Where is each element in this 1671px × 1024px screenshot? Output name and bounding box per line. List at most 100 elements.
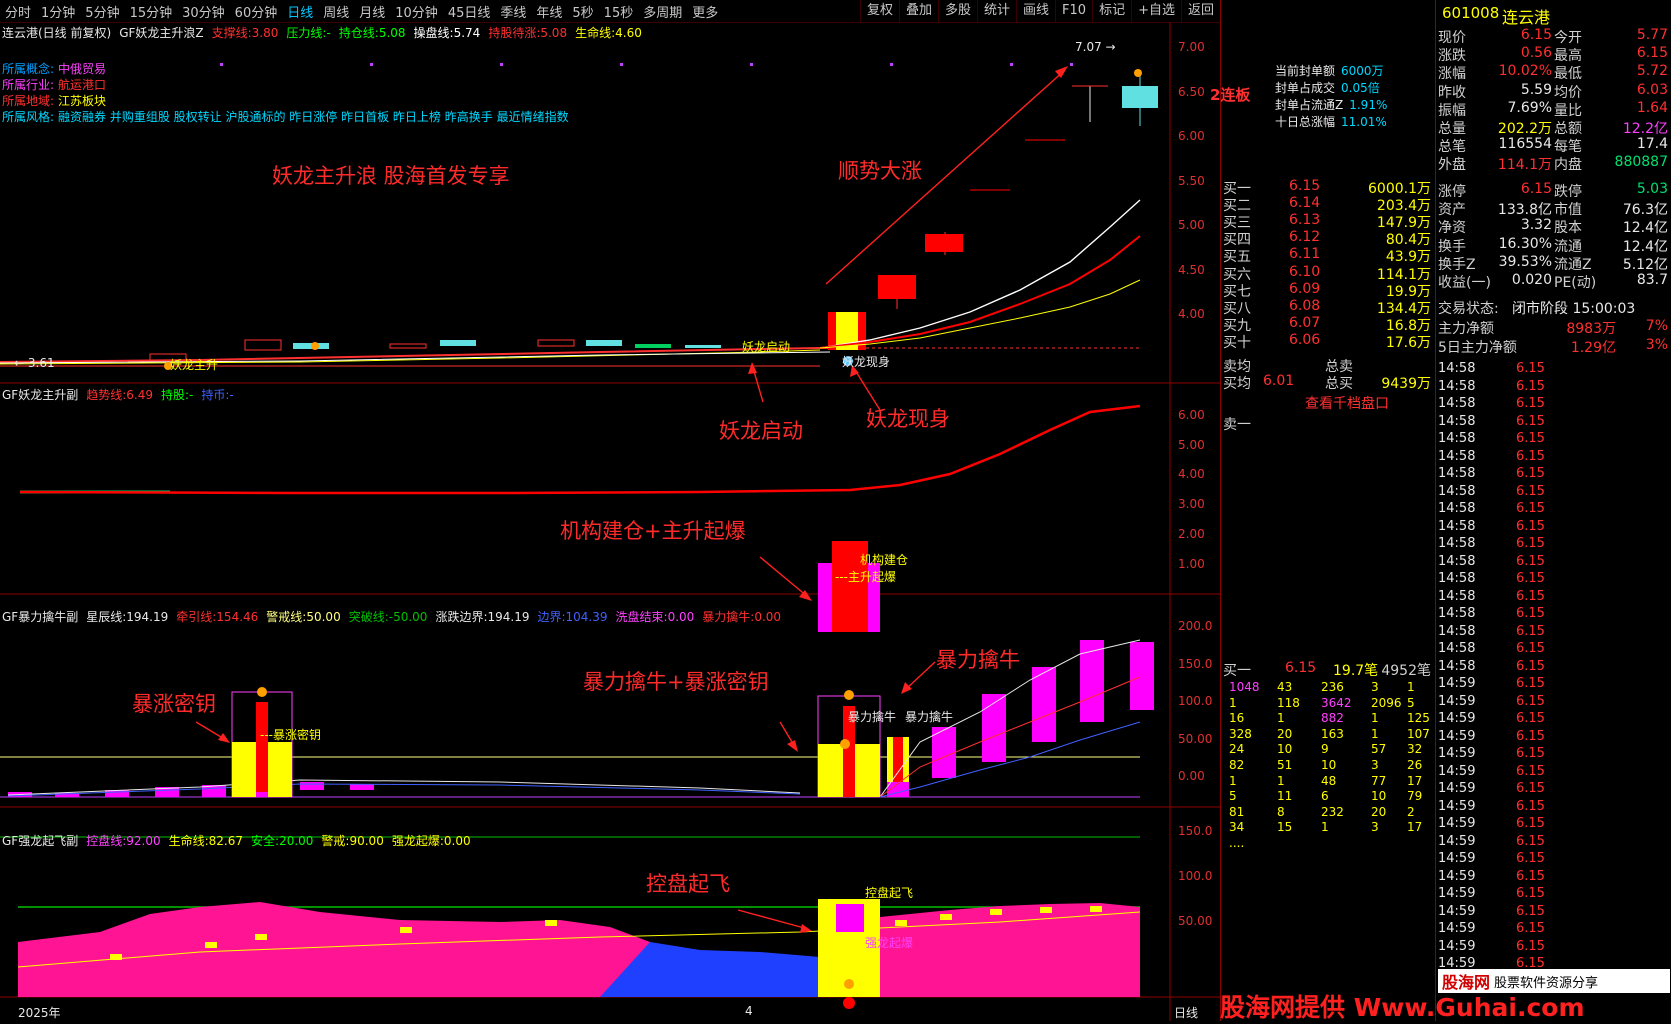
annotation-trend-up: 顺势大涨 (838, 159, 922, 183)
tick-time: 14:59 (1438, 886, 1476, 901)
tool-button-1[interactable]: 叠加 (898, 0, 938, 22)
quote-row: 资产 133.8亿 市值 76.3亿 (1436, 199, 1671, 218)
bid-row[interactable]: 买一 6.15 6000.1万 (1221, 178, 1435, 197)
info-label: 所属地域: (2, 94, 55, 108)
tool-button-7[interactable]: +自选 (1131, 0, 1181, 22)
tool-button-3[interactable]: 统计 (977, 0, 1016, 22)
pane1-param-value: 4.60 (615, 26, 642, 40)
period-tab-5[interactable]: 60分钟 (230, 2, 283, 21)
tick-price: 6.15 (1516, 728, 1545, 744)
queue-cell: 17 (1407, 773, 1423, 788)
tick-row: 14:58 6.15 (1436, 484, 1671, 502)
dragon-pane-graphics (17, 899, 1141, 1009)
queue-cell: 1 (1371, 726, 1379, 741)
annotation-take-off: 控盘起飞 (646, 872, 730, 896)
watermark: 股海网提供 Www.Guhai.com 股海网 股票软件资源分享 (1220, 969, 1671, 1022)
bid-row[interactable]: 买九 6.07 16.8万 (1221, 315, 1435, 334)
pane1-y-tick: 5.50 (1178, 173, 1205, 188)
tool-button-5[interactable]: F10 (1055, 0, 1092, 22)
quote-value: 0.020 (1511, 272, 1552, 288)
info-value: 融资融券 并购重组股 股权转让 沪股通标的 昨日涨停 昨日首板 昨日上榜 昨高换… (58, 110, 569, 124)
period-tab-7[interactable]: 周线 (318, 2, 354, 21)
bid-total-label: 总买 (1325, 376, 1353, 392)
tick-time: 14:59 (1438, 763, 1476, 779)
tick-price: 6.15 (1516, 413, 1545, 429)
quote-value: 880887 (1614, 154, 1668, 171)
period-tab-15[interactable]: 多周期 (638, 2, 687, 21)
pane1-param-label: 压力线: (286, 26, 327, 40)
tool-button-6[interactable]: 标记 (1092, 0, 1131, 22)
tick-price: 6.15 (1516, 553, 1545, 569)
tick-row: 14:58 6.15 (1436, 606, 1671, 624)
bid-row[interactable]: 买六 6.10 114.1万 (1221, 264, 1435, 283)
tick-time: 14:58 (1438, 396, 1476, 411)
quote-value: 12.2亿 (1622, 121, 1668, 137)
pane3-param-label: 涨跌边界: (435, 610, 488, 624)
bid-row[interactable]: 买三 6.13 147.9万 (1221, 212, 1435, 231)
watermark-url: Www.Guhai.com (1353, 993, 1585, 1022)
tick-price: 6.15 (1516, 781, 1545, 796)
pane1-param-0: 支撑线:3.80 (212, 24, 279, 41)
signal-break-label: ---主升起爆 (835, 570, 897, 584)
quote-row: 总笔 116554 每笔 17.4 (1436, 136, 1671, 155)
pane4-param-1: 生命线:82.67 (169, 832, 243, 849)
period-tab-14[interactable]: 15秒 (599, 2, 639, 21)
tick-row: 14:58 6.15 (1436, 361, 1671, 379)
period-tab-12[interactable]: 年线 (531, 2, 567, 21)
period-tab-4[interactable]: 30分钟 (177, 2, 230, 21)
signal-bull-label-1: 暴力擒牛 (848, 710, 897, 724)
period-tab-2[interactable]: 5分钟 (80, 2, 124, 21)
pane1-param-value: - (326, 26, 331, 40)
tick-time: 14:58 (1438, 466, 1476, 481)
pane1-param-label: 支撑线: (211, 26, 252, 40)
period-tab-6[interactable]: 日线 (282, 2, 318, 21)
bid-price: 6.14 (1289, 195, 1321, 212)
period-tab-13[interactable]: 5秒 (567, 2, 598, 21)
pane1-param-value: 5.74 (453, 26, 481, 40)
queue-cell: 82 (1229, 758, 1245, 772)
quote-value: 6.15 (1520, 181, 1552, 197)
tool-button-2[interactable]: 多股 (937, 0, 977, 22)
signal-key-text: 暴涨密钥 (273, 728, 322, 742)
period-tab-0[interactable]: 分时 (0, 2, 36, 21)
bid-price: 6.06 (1289, 331, 1321, 348)
tick-price: 6.15 (1516, 676, 1545, 691)
quote-label: 涨幅 (1438, 66, 1466, 83)
bid-row[interactable]: 买十 6.06 17.6万 (1221, 331, 1435, 351)
period-tab-10[interactable]: 45日线 (443, 2, 496, 21)
annotation-appear: 妖龙现身 (866, 407, 950, 431)
tick-row: 14:58 6.15 (1436, 589, 1671, 607)
queue-cell: 125 (1407, 711, 1430, 726)
period-tab-8[interactable]: 月线 (354, 2, 390, 21)
quote-header: 601008 连云港 (1436, 4, 1671, 27)
bid-row[interactable]: 买四 6.12 80.4万 (1221, 229, 1435, 248)
pane3-y-tick: 200.0 (1178, 619, 1213, 633)
info-label: 所属行业: (2, 78, 55, 92)
period-tab-9[interactable]: 10分钟 (390, 2, 443, 21)
peak-price-value: 7.07 (1075, 40, 1102, 54)
trade-status-row: 交易状态: 闭市阶段 15:00:03 (1436, 298, 1671, 317)
period-tab-16[interactable]: 更多 (687, 2, 723, 21)
pane3-param-0: 星辰线:194.19 (86, 608, 168, 625)
period-tab-3[interactable]: 15分钟 (125, 2, 178, 21)
view-depth-link[interactable]: 查看千档盘口 (1305, 393, 1435, 412)
tool-button-0[interactable]: 复权 (859, 0, 899, 22)
signal-bull-label-2: 暴力擒牛 (905, 710, 954, 724)
quote-value: 16.30% (1498, 235, 1552, 252)
bid-row[interactable]: 买七 6.09 19.9万 (1221, 281, 1435, 300)
period-tab-1[interactable]: 1分钟 (36, 2, 80, 21)
period-tab-11[interactable]: 季线 (495, 2, 531, 21)
bid-row[interactable]: 买八 6.08 134.4万 (1221, 298, 1435, 317)
tool-button-4[interactable]: 画线 (1016, 0, 1055, 22)
bid-row[interactable]: 买二 6.14 203.4万 (1221, 195, 1435, 214)
bid-price: 6.12 (1289, 229, 1321, 246)
bid-row[interactable]: 买五 6.11 43.9万 (1221, 246, 1435, 265)
queue-cell: 3 (1371, 758, 1379, 772)
tick-row: 14:59 6.15 (1436, 851, 1671, 869)
quote-label: 总额 (1554, 121, 1582, 137)
watermark-provider: 股海网提供 (1220, 993, 1346, 1022)
quote-label: 总量 (1438, 121, 1466, 137)
flow-value: 1.29亿 (1570, 339, 1616, 356)
tool-button-8[interactable]: 返回 (1180, 0, 1220, 22)
pane2-param-label: 趋势线: (86, 388, 127, 402)
